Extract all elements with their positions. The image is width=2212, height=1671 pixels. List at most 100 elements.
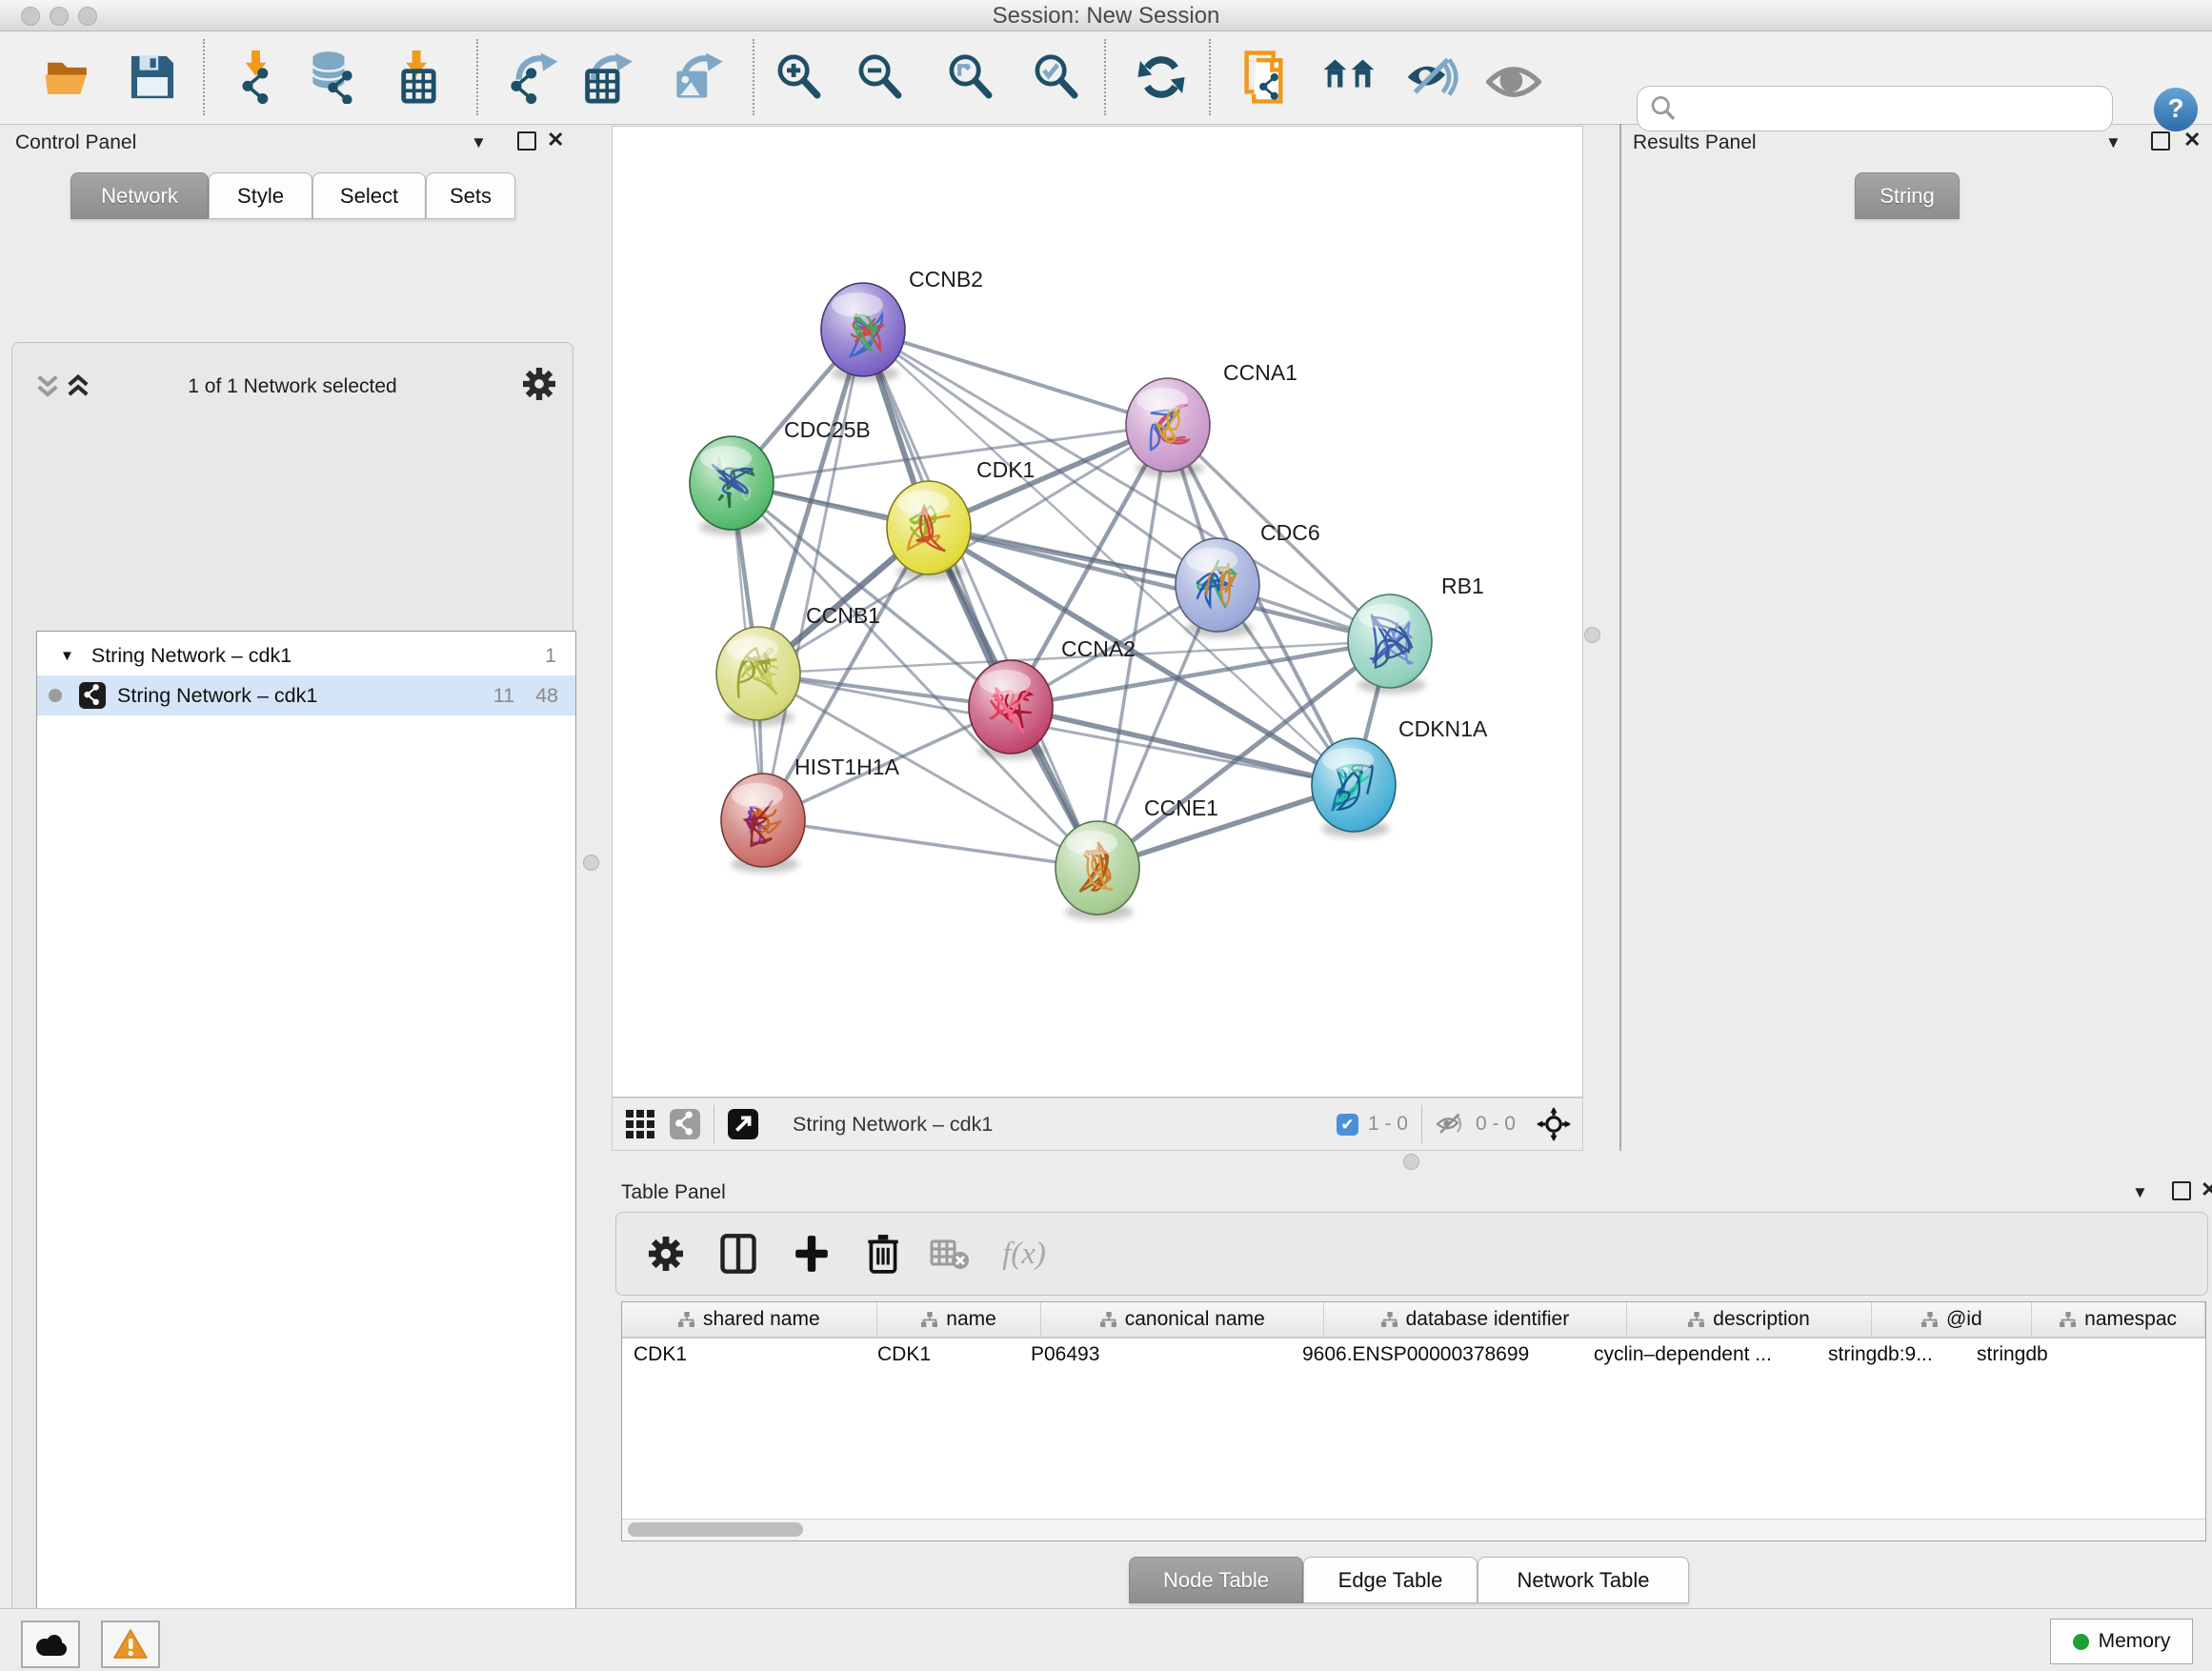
toolbar-separator: [476, 39, 478, 115]
tab-style[interactable]: Style: [209, 172, 312, 219]
cloud-icon: [31, 1630, 70, 1659]
application-window: Session: New Session ? Control Panel ▼ ✕…: [0, 0, 2212, 1671]
results-panel-close-icon[interactable]: ✕: [2183, 128, 2201, 152]
table-panel-float-icon[interactable]: [2172, 1181, 2191, 1200]
column-header-name[interactable]: name: [877, 1302, 1042, 1337]
table-tabs: Node TableEdge TableNetwork Table: [1129, 1557, 1689, 1603]
table-panel-close-icon[interactable]: ✕: [2201, 1178, 2212, 1202]
hidden-eye-icon: [1436, 1110, 1468, 1138]
left-splitter-handle[interactable]: [583, 855, 599, 871]
results-panel-title: Results Panel: [1633, 131, 1757, 154]
fit-selected-crosshair-icon[interactable]: [1537, 1107, 1571, 1141]
network-selected-status: 1 of 1 Network selected: [12, 375, 573, 398]
control-panel-close-icon[interactable]: ✕: [547, 128, 564, 152]
export-image-button[interactable]: [666, 46, 729, 109]
warning-button[interactable]: [101, 1621, 160, 1668]
results-panel: Results Panel ▼ ✕ String Expand All Coll…: [1621, 124, 2212, 1151]
search-icon: [1649, 94, 1678, 123]
network-share-icon[interactable]: [670, 1109, 700, 1139]
network-canvas[interactable]: CCNB2 CCNA1 CDC25B CDK1 CDC6 RB1 CCNB1: [612, 126, 1583, 1097]
column-header-database-identifier[interactable]: database identifier: [1324, 1302, 1627, 1337]
control-panel-float-icon[interactable]: [517, 131, 536, 151]
open-session-button[interactable]: [38, 46, 101, 109]
table-delete-disabled-icon: [923, 1225, 976, 1282]
bottom-splitter-handle[interactable]: [1403, 1154, 1419, 1170]
zoom-out-button[interactable]: [849, 46, 912, 109]
preview-eye-icon[interactable]: [1486, 54, 1541, 110]
export-table-button[interactable]: [575, 46, 638, 109]
node-label: CCNB2: [909, 267, 983, 292]
network-edge[interactable]: [1011, 707, 1354, 785]
table-trash-icon[interactable]: [856, 1225, 910, 1282]
tab-network[interactable]: Network: [70, 172, 209, 219]
column-header-description[interactable]: description: [1627, 1302, 1873, 1337]
results-panel-collapse-icon[interactable]: ▼: [2105, 133, 2122, 152]
column-header-shared-name[interactable]: shared name: [622, 1302, 877, 1337]
table-panel-collapse-icon[interactable]: ▼: [2132, 1183, 2148, 1202]
tab-string[interactable]: String: [1855, 172, 1960, 219]
table-add-icon[interactable]: [785, 1225, 838, 1282]
grid-view-icon[interactable]: [626, 1110, 654, 1138]
results-panel-float-icon[interactable]: [2151, 131, 2170, 151]
network-node-ccna1[interactable]: CCNA1: [1126, 360, 1297, 477]
tab-select[interactable]: Select: [312, 172, 426, 219]
network-options-gear-icon[interactable]: [523, 368, 555, 400]
table-cell[interactable]: cyclin–dependent ...: [1582, 1339, 1817, 1371]
table-cell[interactable]: CDK1: [866, 1339, 1019, 1371]
node-label: CDC25B: [784, 417, 871, 442]
table-gear-icon[interactable]: [639, 1225, 693, 1282]
network-node-ccnb1[interactable]: CCNB1: [716, 603, 880, 726]
memory-button[interactable]: Memory: [2050, 1619, 2193, 1664]
column-header-canonical-name[interactable]: canonical name: [1041, 1302, 1324, 1337]
network-node-hist1h1a[interactable]: HIST1H1A: [721, 755, 900, 873]
network-node-rb1[interactable]: RB1: [1348, 574, 1484, 694]
hide-unhide-button[interactable]: [1401, 46, 1464, 109]
column-header-namespac[interactable]: namespac: [2032, 1302, 2205, 1337]
duplicate-network-button[interactable]: [1235, 46, 1297, 109]
network-row-selected[interactable]: String Network – cdk1 11 48: [37, 675, 575, 715]
network-tab-content: 1 of 1 Network selected ▼ String Network…: [11, 342, 573, 1671]
column-header--id[interactable]: @id: [1872, 1302, 2032, 1337]
right-splitter-handle[interactable]: [1584, 627, 1600, 643]
network-collection-row[interactable]: ▼ String Network – cdk1 1: [37, 635, 575, 675]
zoom-in-button[interactable]: [768, 46, 831, 109]
network-node-cdkn1a[interactable]: CDKN1A: [1312, 716, 1488, 837]
import-network-button[interactable]: [229, 46, 292, 109]
zoom-fit-button[interactable]: [939, 46, 1002, 109]
network-edge[interactable]: [863, 330, 1097, 868]
network-edge[interactable]: [863, 330, 1168, 425]
window-title: Session: New Session: [0, 3, 2212, 30]
tab-edge-table[interactable]: Edge Table: [1303, 1557, 1478, 1603]
control-panel-collapse-icon[interactable]: ▼: [471, 133, 487, 152]
table-row[interactable]: CDK1CDK1P064939606.ENSP00000378699cyclin…: [622, 1339, 2205, 1371]
export-network-button[interactable]: [502, 46, 565, 109]
table-toolbar: f(x): [615, 1212, 2208, 1296]
table-cell[interactable]: CDK1: [622, 1339, 866, 1371]
save-session-button[interactable]: [121, 46, 184, 109]
tab-sets[interactable]: Sets: [426, 172, 515, 219]
table-columns-icon[interactable]: [712, 1225, 765, 1282]
search-input[interactable]: [1678, 96, 2112, 121]
tab-network-table[interactable]: Network Table: [1478, 1557, 1689, 1603]
table-cell[interactable]: P06493: [1019, 1339, 1291, 1371]
network-node-ccne1[interactable]: CCNE1: [1056, 795, 1218, 920]
node-label: CCNA2: [1061, 636, 1136, 661]
table-cell[interactable]: stringdb: [1965, 1339, 2127, 1371]
tree-expander-icon[interactable]: ▼: [60, 648, 74, 664]
string-home-button[interactable]: [1317, 46, 1380, 109]
cloud-button[interactable]: [21, 1621, 80, 1668]
table-hscrollbar-thumb[interactable]: [628, 1522, 803, 1537]
tab-node-table[interactable]: Node Table: [1129, 1557, 1303, 1603]
open-in-new-icon[interactable]: [728, 1109, 758, 1139]
zoom-selected-button[interactable]: [1025, 46, 1088, 109]
table-cell[interactable]: stringdb:9...: [1817, 1339, 1965, 1371]
node-label: CDC6: [1260, 520, 1320, 545]
refresh-network-button[interactable]: [1130, 46, 1193, 109]
selected-checkbox-icon[interactable]: ✔: [1337, 1114, 1358, 1136]
toolbar-separator: [753, 39, 754, 115]
import-database-button[interactable]: [302, 46, 365, 109]
network-edge[interactable]: [763, 820, 1097, 868]
import-table-button[interactable]: [387, 46, 450, 109]
table-cell[interactable]: 9606.ENSP00000378699: [1291, 1339, 1582, 1371]
table-hscrollbar[interactable]: [622, 1519, 2205, 1540]
